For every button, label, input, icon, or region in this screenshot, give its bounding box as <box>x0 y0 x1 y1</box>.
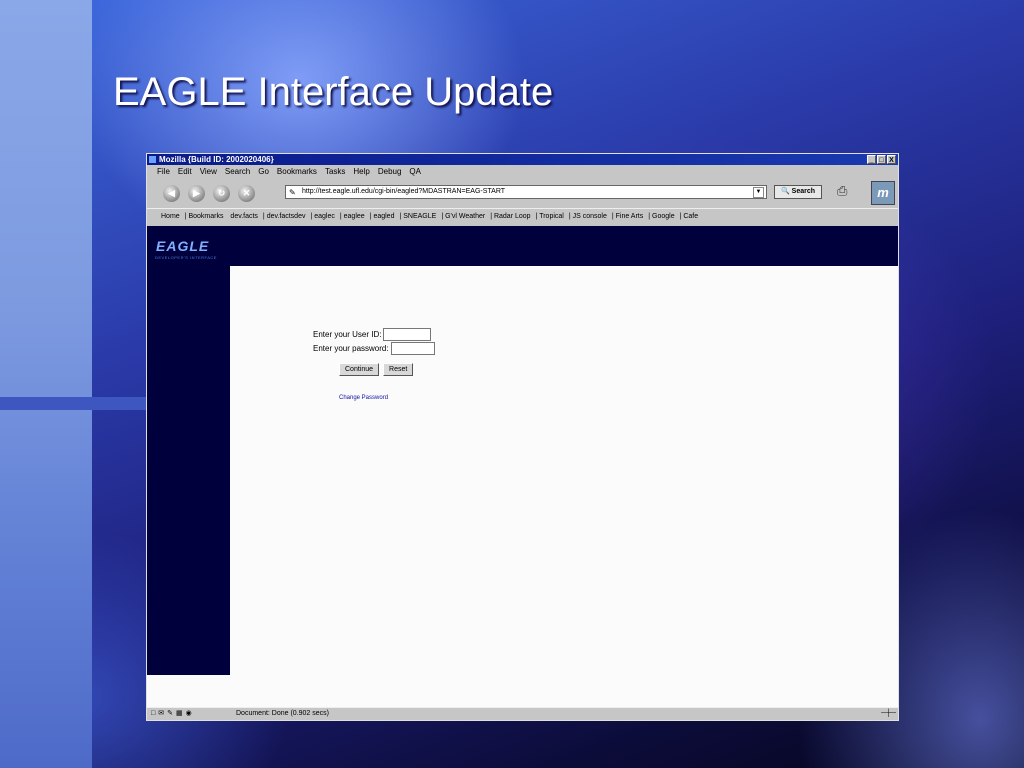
maximize-button[interactable]: □ <box>877 155 886 164</box>
search-button-label: Search <box>791 188 816 195</box>
mozilla-throbber-icon[interactable]: m <box>871 181 895 205</box>
stop-icon[interactable]: ✕ <box>238 184 255 202</box>
browser-window: Mozilla {Build ID: 2002020406} _ □ X Fil… <box>146 153 899 721</box>
window-titlebar: Mozilla {Build ID: 2002020406} _ □ X <box>147 154 898 165</box>
bookmark-item[interactable]: Tropical <box>539 213 564 220</box>
eagle-subtitle: DEVELOPER'S INTERFACE <box>155 255 217 260</box>
bookmark-item[interactable]: Cafe <box>683 213 698 220</box>
change-password-link[interactable]: Change Password <box>339 395 388 401</box>
bookmark-item[interactable]: SNEAGLE <box>403 213 436 220</box>
menu-go[interactable]: Go <box>258 165 269 178</box>
bookmark-item[interactable]: eaglee <box>344 213 365 220</box>
search-icon: 🔍 <box>780 188 790 195</box>
reset-button[interactable]: Reset <box>383 363 414 376</box>
mozilla-icon <box>149 156 156 163</box>
print-icon[interactable]: ⎙ <box>837 183 847 199</box>
personal-toolbar: Home | Bookmarks dev.facts | dev.factsdev |… <box>147 208 898 225</box>
page-icon: ✎ <box>289 188 296 197</box>
menu-bar: File Edit View Search Go Bookmarks Tasks… <box>147 165 898 178</box>
menu-debug[interactable]: Debug <box>378 165 402 178</box>
user-id-input[interactable] <box>383 327 432 341</box>
password-label: Enter your password: <box>313 343 389 353</box>
bookmark-item[interactable]: Google <box>652 213 675 220</box>
bookmark-item[interactable]: eagled <box>373 213 394 220</box>
eagle-sidebar: EAGLE DEVELOPER'S INTERFACE <box>147 226 230 675</box>
status-text: Document: Done (0.902 secs) <box>236 710 329 717</box>
slide-title: EAGLE Interface Update <box>113 70 554 114</box>
menu-help[interactable]: Help <box>353 165 369 178</box>
bookmark-item[interactable]: dev.facts <box>230 213 258 220</box>
slide-accent-bar <box>0 397 146 410</box>
bookmark-item[interactable]: Radar Loop <box>494 213 531 220</box>
login-form: Enter your User ID: Enter your password: <box>313 327 435 355</box>
bookmark-item[interactable]: Fine Arts <box>616 213 644 220</box>
password-input[interactable] <box>390 341 435 355</box>
bookmark-item[interactable]: eaglec <box>314 213 335 220</box>
menu-qa[interactable]: QA <box>409 165 421 178</box>
close-button[interactable]: X <box>887 155 896 164</box>
eagle-header-bar <box>230 226 898 267</box>
menu-file[interactable]: File <box>157 165 170 178</box>
page-content: EAGLE DEVELOPER'S INTERFACE Enter your U… <box>147 226 898 710</box>
reload-icon[interactable]: ↻ <box>213 184 230 202</box>
security-lock-icon: ─┼─ <box>881 710 896 717</box>
bookmark-item[interactable]: G'vl Weather <box>445 213 485 220</box>
eagle-logo: EAGLE <box>156 238 210 254</box>
navigation-toolbar: ◀ ▶ ↻ ✕ ✎ http://test.eagle.ufl.edu/cgi-… <box>147 178 898 208</box>
menu-tasks[interactable]: Tasks <box>325 165 345 178</box>
bookmark-bookmarks[interactable]: Bookmarks <box>188 213 223 220</box>
form-buttons: Continue Reset <box>339 363 414 376</box>
minimize-button[interactable]: _ <box>867 155 876 164</box>
menu-edit[interactable]: Edit <box>178 165 192 178</box>
url-dropdown-icon[interactable]: ▼ <box>753 187 764 198</box>
forward-icon[interactable]: ▶ <box>188 184 205 202</box>
menu-view[interactable]: View <box>200 165 217 178</box>
user-id-label: Enter your User ID: <box>313 329 382 339</box>
slide-left-strip <box>0 0 92 768</box>
bookmark-home[interactable]: Home <box>161 213 180 220</box>
continue-button[interactable]: Continue <box>339 363 380 376</box>
menu-bookmarks[interactable]: Bookmarks <box>277 165 317 178</box>
status-bar: □✉✎▦◉ Document: Done (0.902 secs) ─┼─ <box>147 707 898 720</box>
url-field[interactable]: ✎ http://test.eagle.ufl.edu/cgi-bin/eagl… <box>285 185 767 199</box>
menu-search[interactable]: Search <box>225 165 250 178</box>
url-text: http://test.eagle.ufl.edu/cgi-bin/eagled… <box>302 188 506 195</box>
bookmark-item[interactable]: dev.factsdev <box>267 213 306 220</box>
status-component-icons[interactable]: □✉✎▦◉ <box>151 708 195 720</box>
window-title: Mozilla {Build ID: 2002020406} <box>159 155 274 164</box>
search-button[interactable]: 🔍 Search <box>774 185 822 199</box>
back-icon[interactable]: ◀ <box>163 184 180 202</box>
bookmark-item[interactable]: JS console <box>573 213 607 220</box>
